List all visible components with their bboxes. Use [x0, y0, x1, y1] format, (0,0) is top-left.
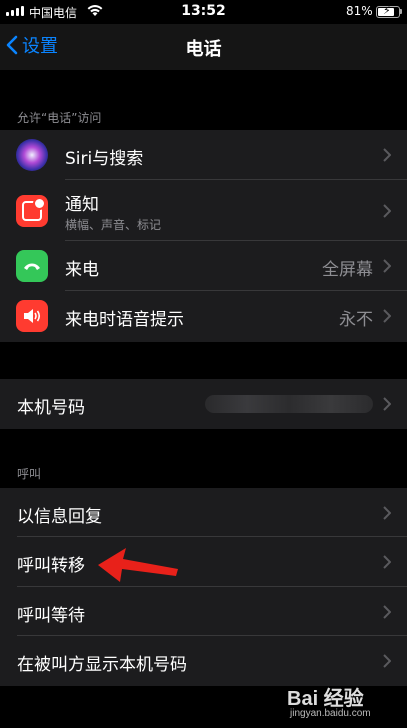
chevron-right-icon	[383, 605, 391, 619]
notifications-label: 通知	[65, 195, 99, 215]
page-title: 电话	[185, 39, 222, 60]
calls-settings-group: 以信息回复 呼叫转移 呼叫等待 在被叫方显示本机号码	[0, 488, 407, 686]
chevron-right-icon	[383, 397, 391, 411]
section-header-access: 允许“电话”访问	[17, 111, 102, 125]
access-settings-group: Siri与搜索 通知 横幅、声音、标记 来电 全屏幕 来电时语音提示 永不	[0, 130, 407, 342]
show-caller-id-row[interactable]: 在被叫方显示本机号码	[0, 636, 407, 686]
siri-icon	[16, 139, 48, 171]
call-waiting-row[interactable]: 呼叫等待	[0, 587, 407, 636]
call-forwarding-row[interactable]: 呼叫转移	[0, 537, 407, 587]
annotation-arrow-icon	[98, 548, 178, 582]
announce-calls-row[interactable]: 来电时语音提示 永不	[0, 291, 407, 342]
phone-icon	[16, 250, 48, 282]
my-number-group: 本机号码	[0, 379, 407, 429]
my-number-label: 本机号码	[17, 398, 85, 418]
notifications-sublabel: 横幅、声音、标记	[65, 218, 162, 232]
siri-search-label: Siri与搜索	[65, 149, 144, 169]
chevron-right-icon	[383, 309, 391, 323]
notifications-row[interactable]: 通知 横幅、声音、标记	[0, 180, 407, 241]
respond-with-text-row[interactable]: 以信息回复	[0, 488, 407, 537]
navigation-bar: 设置 电话	[0, 24, 407, 70]
chevron-right-icon	[383, 654, 391, 668]
chevron-right-icon	[383, 506, 391, 520]
chevron-right-icon	[383, 204, 391, 218]
baidu-jingyan-watermark: Bai 经验	[287, 688, 364, 710]
chevron-right-icon	[383, 148, 391, 162]
battery-percentage: 81%	[346, 4, 373, 18]
section-header-calls: 呼叫	[17, 467, 42, 481]
battery-icon: ⚡	[376, 4, 400, 18]
watermark-url: jingyan.baidu.com	[290, 708, 371, 719]
incoming-calls-value: 全屏幕	[322, 260, 373, 280]
respond-with-text-label: 以信息回复	[17, 507, 102, 527]
siri-search-row[interactable]: Siri与搜索	[0, 130, 407, 180]
announce-calls-value: 永不	[339, 310, 373, 330]
incoming-calls-label: 来电	[65, 260, 99, 280]
speaker-icon	[16, 300, 48, 332]
chevron-right-icon	[383, 259, 391, 273]
incoming-calls-row[interactable]: 来电 全屏幕	[0, 241, 407, 291]
my-number-row[interactable]: 本机号码	[0, 379, 407, 429]
status-bar: 中国电信 13:52 81% ⚡	[0, 0, 407, 24]
announce-calls-label: 来电时语音提示	[65, 310, 184, 330]
call-waiting-label: 呼叫等待	[17, 606, 85, 626]
call-forwarding-label: 呼叫转移	[17, 556, 85, 576]
notifications-icon	[16, 195, 48, 227]
show-caller-id-label: 在被叫方显示本机号码	[17, 655, 187, 675]
chevron-right-icon	[383, 555, 391, 569]
redacted-phone-number	[205, 395, 373, 413]
